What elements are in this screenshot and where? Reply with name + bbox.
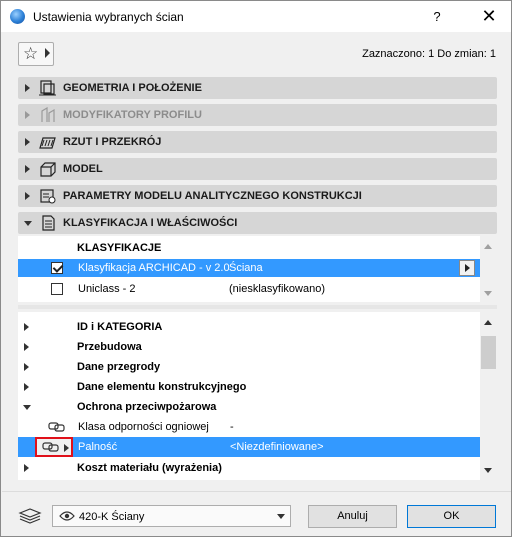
panel-classification-header[interactable]: KLASYFIKACJA I WŁAŚCIWOŚCI bbox=[18, 212, 497, 234]
chevron-right-icon bbox=[64, 444, 69, 452]
favorites-button[interactable]: ☆ bbox=[18, 42, 54, 66]
star-icon: ☆ bbox=[23, 44, 39, 63]
property-value[interactable]: <Niezdefiniowane> bbox=[230, 441, 324, 453]
classification-list: KLASYFIKACJE Klasyfikacja ARCHICAD - v 2… bbox=[18, 236, 497, 302]
expand-arrow-icon bbox=[25, 84, 30, 92]
title-bar: Ustawienia wybranych ścian ? ✕ bbox=[1, 1, 511, 32]
classification-value: Ściana bbox=[229, 262, 263, 274]
classification-header: KLASYFIKACJE bbox=[77, 242, 162, 254]
property-group-row[interactable]: ID i KATEGORIA bbox=[18, 317, 480, 337]
property-group-row[interactable]: Dane przegrody bbox=[18, 357, 480, 377]
panel-floor-plan-header[interactable]: RZUT I PRZEKRÓJ bbox=[18, 131, 497, 153]
property-group-label: Dane przegrody bbox=[77, 361, 161, 373]
classification-scrollbar[interactable] bbox=[480, 236, 497, 302]
link-icon bbox=[48, 422, 65, 432]
panel-classification-label: KLASYFIKACJA I WŁAŚCIWOŚCI bbox=[63, 217, 238, 229]
chevron-right-icon bbox=[45, 48, 50, 58]
expand-arrow-icon bbox=[24, 383, 29, 391]
scrollbar-thumb[interactable] bbox=[481, 336, 496, 369]
scroll-up-icon[interactable] bbox=[480, 238, 497, 255]
selection-count-label: Zaznaczono: 1 Do zmian: 1 bbox=[362, 48, 496, 60]
classification-row-archicad[interactable]: Klasyfikacja ARCHICAD - v 2.0 Ściana bbox=[18, 259, 480, 277]
classification-name: Uniclass - 2 bbox=[78, 283, 136, 295]
scroll-down-icon[interactable] bbox=[480, 285, 497, 302]
expand-arrow-icon bbox=[25, 192, 30, 200]
layer-dropdown[interactable]: 420-K Ściany bbox=[52, 505, 291, 527]
collapse-arrow-icon bbox=[23, 405, 31, 410]
expand-arrow-icon bbox=[24, 323, 29, 331]
panel-profile-modifiers-label: MODYFIKATORY PROFILU bbox=[63, 109, 202, 121]
collapse-arrow-icon bbox=[24, 221, 32, 226]
expand-arrow-icon bbox=[24, 464, 29, 472]
footer-separator bbox=[2, 491, 511, 492]
property-label: Palność bbox=[78, 441, 118, 453]
property-group-label: Dane elementu konstrukcyjnego bbox=[77, 381, 247, 393]
panel-model-label: MODEL bbox=[63, 163, 103, 175]
profile-modifier-icon bbox=[41, 107, 55, 122]
splitter[interactable] bbox=[18, 305, 497, 309]
classification-checkbox[interactable] bbox=[51, 283, 63, 295]
classification-checkbox[interactable] bbox=[51, 262, 63, 274]
classification-value: (niesklasyfikowano) bbox=[229, 283, 325, 295]
property-label: Klasa odporności ogniowej bbox=[78, 421, 209, 433]
properties-scrollbar[interactable] bbox=[480, 312, 497, 480]
panel-geometry-label: GEOMETRIA I POŁOŻENIE bbox=[63, 82, 202, 94]
dialog-window: Ustawienia wybranych ścian ? ✕ ☆ Zaznacz… bbox=[0, 0, 512, 537]
expand-arrow-icon bbox=[25, 111, 30, 119]
panel-profile-modifiers-header[interactable]: MODYFIKATORY PROFILU bbox=[18, 104, 497, 126]
property-group-row[interactable]: Ochrona przeciwpożarowa bbox=[18, 397, 480, 417]
classification-row-uniclass[interactable]: Uniclass - 2 (niesklasyfikowano) bbox=[18, 280, 480, 298]
expand-arrow-icon bbox=[24, 363, 29, 371]
scroll-down-icon[interactable] bbox=[480, 462, 497, 479]
model-icon bbox=[40, 162, 56, 177]
panel-model-header[interactable]: MODEL bbox=[18, 158, 497, 180]
structural-analytical-icon bbox=[40, 189, 56, 204]
window-title: Ustawienia wybranych ścian bbox=[33, 10, 184, 24]
property-group-label: Przebudowa bbox=[77, 341, 142, 353]
link-options-button[interactable] bbox=[35, 437, 73, 457]
panel-floor-plan-label: RZUT I PRZEKRÓJ bbox=[63, 136, 162, 148]
layers-icon bbox=[18, 508, 42, 524]
property-group-label: Ochrona przeciwpożarowa bbox=[77, 401, 217, 413]
scroll-up-icon[interactable] bbox=[480, 314, 497, 331]
property-group-row[interactable]: Koszt materiału (wyrażenia) bbox=[18, 458, 480, 478]
link-icon bbox=[42, 442, 59, 452]
property-group-label: Koszt materiału (wyrażenia) bbox=[77, 462, 222, 474]
eye-icon bbox=[59, 511, 75, 521]
expand-arrow-icon bbox=[25, 165, 30, 173]
expand-arrow-icon bbox=[24, 343, 29, 351]
property-group-row[interactable]: Przebudowa bbox=[18, 337, 480, 357]
archicad-app-icon bbox=[10, 9, 25, 24]
classification-properties-icon bbox=[42, 215, 55, 231]
panel-structural-analytical-label: PARAMETRY MODELU ANALITYCZNEGO KONSTRUKC… bbox=[63, 190, 362, 202]
layer-value: 420-K Ściany bbox=[79, 511, 145, 523]
property-row-selected[interactable]: Palność <Niezdefiniowane> bbox=[18, 437, 480, 457]
property-group-row[interactable]: Dane elementu konstrukcyjnego bbox=[18, 377, 480, 397]
cancel-button[interactable]: Anuluj bbox=[308, 505, 397, 528]
floor-plan-section-icon bbox=[39, 137, 56, 149]
close-button[interactable]: ✕ bbox=[477, 5, 501, 29]
help-button[interactable]: ? bbox=[425, 7, 449, 27]
property-row[interactable]: Klasa odporności ogniowej - bbox=[18, 417, 480, 437]
classification-name: Klasyfikacja ARCHICAD - v 2.0 bbox=[78, 262, 230, 274]
panel-structural-analytical-header[interactable]: PARAMETRY MODELU ANALITYCZNEGO KONSTRUKC… bbox=[18, 185, 497, 207]
expand-arrow-icon bbox=[25, 138, 30, 146]
property-value[interactable]: - bbox=[230, 421, 234, 433]
panel-geometry-header[interactable]: GEOMETRIA I POŁOŻENIE bbox=[18, 77, 497, 99]
chevron-down-icon bbox=[277, 514, 285, 519]
ok-button[interactable]: OK bbox=[407, 505, 496, 528]
property-group-label: ID i KATEGORIA bbox=[77, 321, 163, 333]
classification-picker-button[interactable] bbox=[459, 260, 475, 276]
geometry-icon bbox=[39, 80, 56, 96]
properties-list: ID i KATEGORIA Przebudowa Dane przegrody… bbox=[18, 312, 497, 480]
